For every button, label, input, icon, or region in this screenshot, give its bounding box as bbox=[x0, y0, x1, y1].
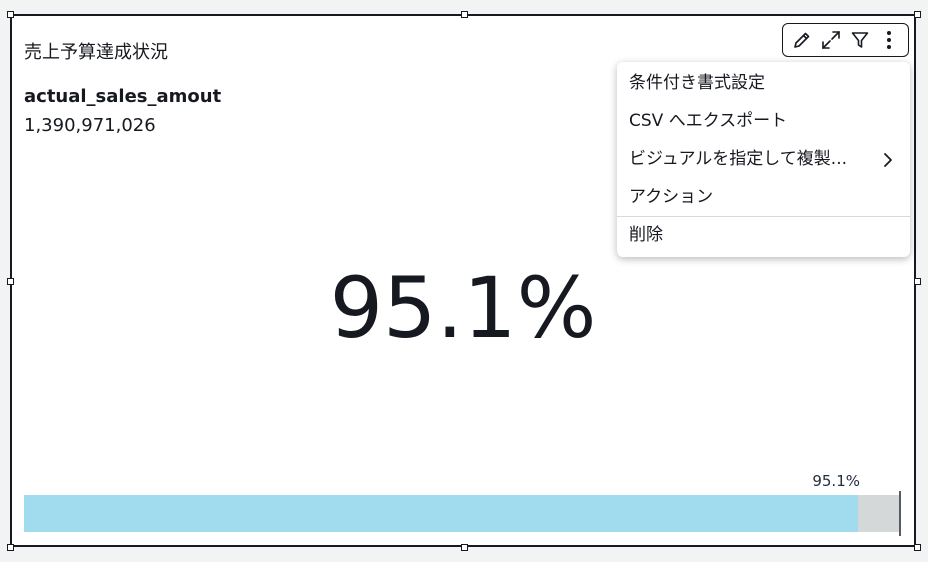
progress-label: 95.1% bbox=[812, 472, 860, 490]
progress-target-marker bbox=[899, 491, 901, 536]
filter-icon[interactable] bbox=[847, 27, 873, 53]
menu-item-delete[interactable]: 削除 bbox=[617, 217, 910, 253]
kpi-visual[interactable]: 売上予算達成状況 actual_sales_amout 1,390,971,02… bbox=[7, 11, 921, 551]
resize-handle-bottom-right[interactable] bbox=[914, 544, 921, 551]
menu-item-export-csv[interactable]: CSV へエクスポート bbox=[617, 102, 910, 140]
progress-bar-fill bbox=[24, 495, 859, 532]
menu-item-label: CSV へエクスポート bbox=[629, 111, 788, 131]
resize-handle-top-left[interactable] bbox=[7, 11, 14, 18]
progress-bar bbox=[24, 491, 901, 536]
chevron-right-icon bbox=[884, 153, 892, 167]
menu-item-conditional-formatting[interactable]: 条件付き書式設定 bbox=[617, 64, 910, 102]
menu-item-duplicate-to[interactable]: ビジュアルを指定して複製... bbox=[617, 140, 910, 178]
menu-item-label: 削除 bbox=[629, 225, 663, 245]
resize-handle-bottom-left[interactable] bbox=[7, 544, 14, 551]
resize-handle-top-center[interactable] bbox=[461, 11, 468, 18]
menu-item-label: アクション bbox=[629, 187, 714, 207]
kpi-percent: 95.1% bbox=[329, 259, 597, 357]
metric-label: actual_sales_amout bbox=[24, 86, 222, 107]
resize-handle-middle-right[interactable] bbox=[914, 278, 921, 285]
metric-value: 1,390,971,026 bbox=[24, 115, 156, 136]
menu-item-actions[interactable]: アクション bbox=[617, 178, 910, 216]
resize-handle-top-right[interactable] bbox=[914, 11, 921, 18]
pencil-icon[interactable] bbox=[789, 27, 815, 53]
menu-item-label: 条件付き書式設定 bbox=[629, 73, 765, 93]
visual-context-menu: 条件付き書式設定 CSV へエクスポート ビジュアルを指定して複製... アクシ… bbox=[617, 62, 910, 257]
visual-toolbar bbox=[782, 23, 909, 57]
more-vertical-icon[interactable] bbox=[876, 27, 902, 53]
visual-title: 売上予算達成状況 bbox=[24, 42, 168, 63]
menu-item-label: ビジュアルを指定して複製... bbox=[629, 149, 848, 169]
expand-icon[interactable] bbox=[818, 27, 844, 53]
resize-handle-bottom-center[interactable] bbox=[461, 544, 468, 551]
